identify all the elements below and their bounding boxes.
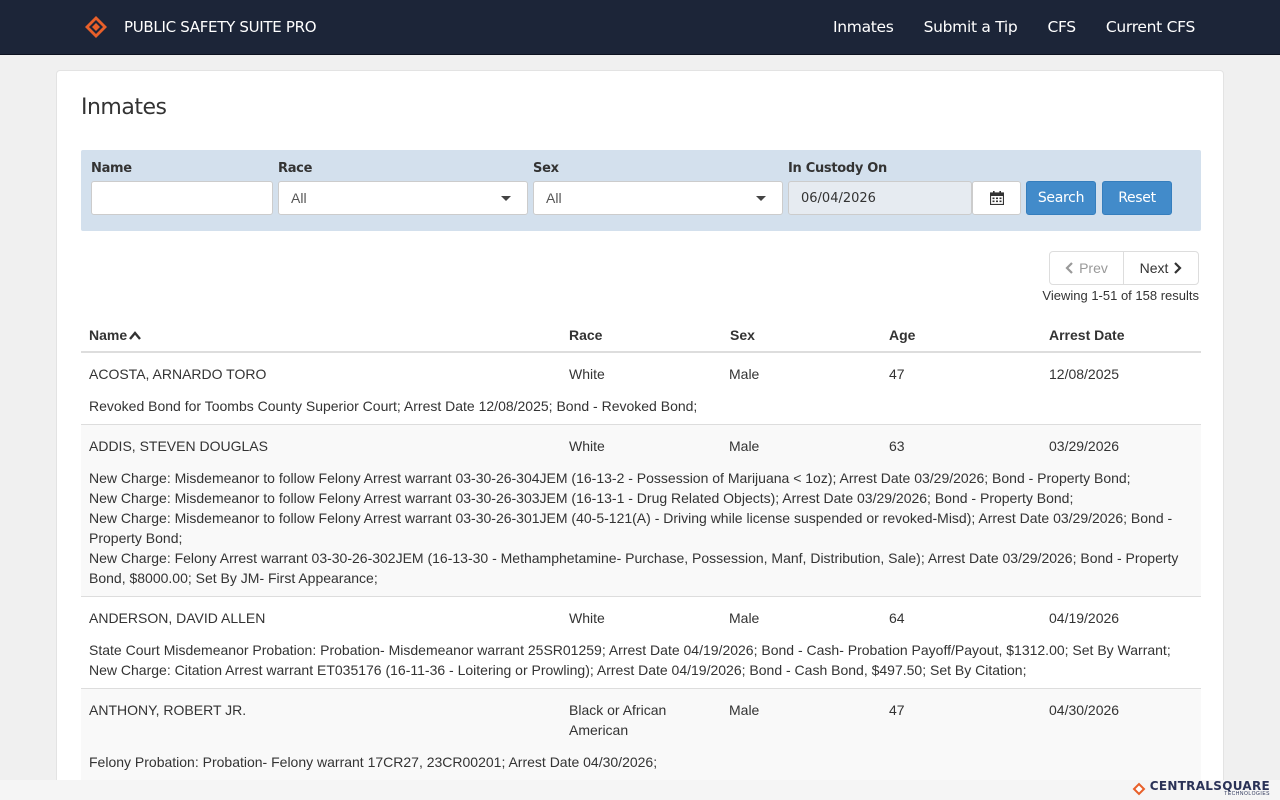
table-row[interactable]: ANDERSON, DAVID ALLEN White Male 64 04/1…: [81, 597, 1201, 689]
centralsquare-logo: CENTRALSQUARE TECHNOLOGIES: [1132, 780, 1270, 797]
charge-line: Revoked Bond for Toombs County Superior …: [89, 398, 698, 414]
sex-select[interactable]: All: [533, 181, 783, 215]
inmate-age: 64: [889, 610, 905, 626]
inmate-charges: New Charge: Misdemeanor to follow Felony…: [81, 462, 1201, 596]
charge-line: New Charge: Felony Arrest warrant 03-30-…: [89, 550, 1179, 586]
inmate-arrest-date: 04/19/2026: [1049, 610, 1120, 626]
main-panel: Inmates Name Race All Sex All In Custody…: [56, 70, 1224, 800]
inmate-sex: Male: [729, 702, 760, 718]
inmate-race: White: [569, 366, 605, 382]
brand-name: PUBLIC SAFETY SUITE PRO: [124, 18, 317, 36]
inmate-arrest-date: 12/08/2025: [1049, 366, 1120, 382]
centralsquare-logo-subtext: TECHNOLOGIES: [1224, 791, 1270, 797]
pagination: Prev Next: [1049, 251, 1199, 285]
name-label: Name: [91, 161, 132, 176]
page-title: Inmates: [81, 95, 167, 120]
race-label: Race: [278, 161, 313, 176]
inmate-race: Black or African American: [569, 702, 667, 738]
brand[interactable]: PUBLIC SAFETY SUITE PRO: [84, 15, 317, 39]
inmate-name: ANDERSON, DAVID ALLEN: [89, 610, 266, 626]
chevron-left-icon: [1065, 262, 1073, 274]
inmate-sex: Male: [729, 610, 760, 626]
race-select-value: All: [291, 190, 307, 206]
race-select[interactable]: All: [278, 181, 528, 215]
inmate-arrest-date: 04/30/2026: [1049, 702, 1120, 718]
charge-line: State Court Misdemeanor Probation: Proba…: [89, 642, 1171, 658]
table-header: Name Race Sex Age Arrest Date: [81, 316, 1201, 353]
inmate-name: ACOSTA, ARNARDO TORO: [89, 366, 267, 382]
inmate-charges: State Court Misdemeanor Probation: Proba…: [81, 634, 1201, 688]
inmate-name: ADDIS, STEVEN DOUGLAS: [89, 438, 268, 454]
inmate-age: 63: [889, 438, 905, 454]
nav-cfs[interactable]: CFS: [1047, 18, 1076, 36]
calendar-button[interactable]: [972, 181, 1021, 215]
filter-bar: Name Race All Sex All In Custody On 06/0…: [81, 150, 1201, 231]
col-name-label: Name: [89, 327, 128, 343]
charge-line: Felony Probation: Probation- Felony warr…: [89, 754, 658, 770]
sex-select-value: All: [546, 190, 562, 206]
sex-label: Sex: [533, 161, 559, 176]
name-input[interactable]: [91, 181, 273, 215]
inmate-charges: Felony Probation: Probation- Felony warr…: [81, 746, 1201, 780]
custody-date-input[interactable]: 06/04/2026: [788, 181, 972, 215]
footer-bar: [0, 780, 1280, 800]
col-race-header[interactable]: Race: [569, 327, 602, 343]
prev-label: Prev: [1079, 260, 1108, 276]
col-age-header[interactable]: Age: [889, 327, 915, 343]
inmate-sex: Male: [729, 366, 760, 382]
charge-line: New Charge: Misdemeanor to follow Felony…: [89, 490, 1074, 506]
main-nav: Inmates Submit a Tip CFS Current CFS: [803, 0, 1195, 54]
col-sex-header[interactable]: Sex: [730, 327, 755, 343]
col-arrest-date-header[interactable]: Arrest Date: [1049, 327, 1124, 343]
charge-line: New Charge: Citation Arrest warrant ET03…: [89, 662, 1027, 678]
inmates-table: Name Race Sex Age Arrest Date ACOSTA, AR…: [81, 316, 1201, 781]
charge-line: New Charge: Misdemeanor to follow Felony…: [89, 470, 1131, 486]
next-label: Next: [1139, 260, 1169, 276]
inmate-sex: Male: [729, 438, 760, 454]
inmate-age: 47: [889, 702, 905, 718]
calendar-icon: [989, 191, 1004, 205]
next-button[interactable]: Next: [1124, 252, 1198, 284]
custody-label: In Custody On: [788, 161, 888, 176]
sort-asc-icon: [129, 331, 142, 340]
col-name-header[interactable]: Name: [89, 327, 142, 343]
chevron-down-icon: [501, 196, 511, 201]
nav-current-cfs[interactable]: Current CFS: [1106, 18, 1195, 36]
inmate-name: ANTHONY, ROBERT JR.: [89, 702, 247, 718]
brand-logo-icon: [85, 16, 107, 38]
table-row[interactable]: ANTHONY, ROBERT JR. Black or African Ame…: [81, 689, 1201, 781]
table-row[interactable]: ACOSTA, ARNARDO TORO White Male 47 12/08…: [81, 353, 1201, 425]
inmate-charges: Revoked Bond for Toombs County Superior …: [81, 390, 1201, 424]
inmate-race: White: [569, 610, 605, 626]
table-row[interactable]: ADDIS, STEVEN DOUGLAS White Male 63 03/2…: [81, 425, 1201, 597]
reset-button[interactable]: Reset: [1102, 181, 1172, 215]
centralsquare-logo-icon: [1132, 782, 1146, 795]
search-button[interactable]: Search: [1026, 181, 1096, 215]
charge-line: New Charge: Misdemeanor to follow Felony…: [89, 510, 1173, 546]
inmate-arrest-date: 03/29/2026: [1049, 438, 1120, 454]
nav-submit-tip[interactable]: Submit a Tip: [924, 18, 1018, 36]
results-count: Viewing 1-51 of 158 results: [1042, 288, 1199, 303]
top-navbar: PUBLIC SAFETY SUITE PRO Inmates Submit a…: [0, 0, 1280, 55]
prev-button[interactable]: Prev: [1050, 252, 1124, 284]
chevron-down-icon: [756, 196, 766, 201]
chevron-right-icon: [1174, 262, 1182, 274]
inmate-age: 47: [889, 366, 905, 382]
inmate-race: White: [569, 438, 605, 454]
nav-inmates[interactable]: Inmates: [833, 18, 894, 36]
